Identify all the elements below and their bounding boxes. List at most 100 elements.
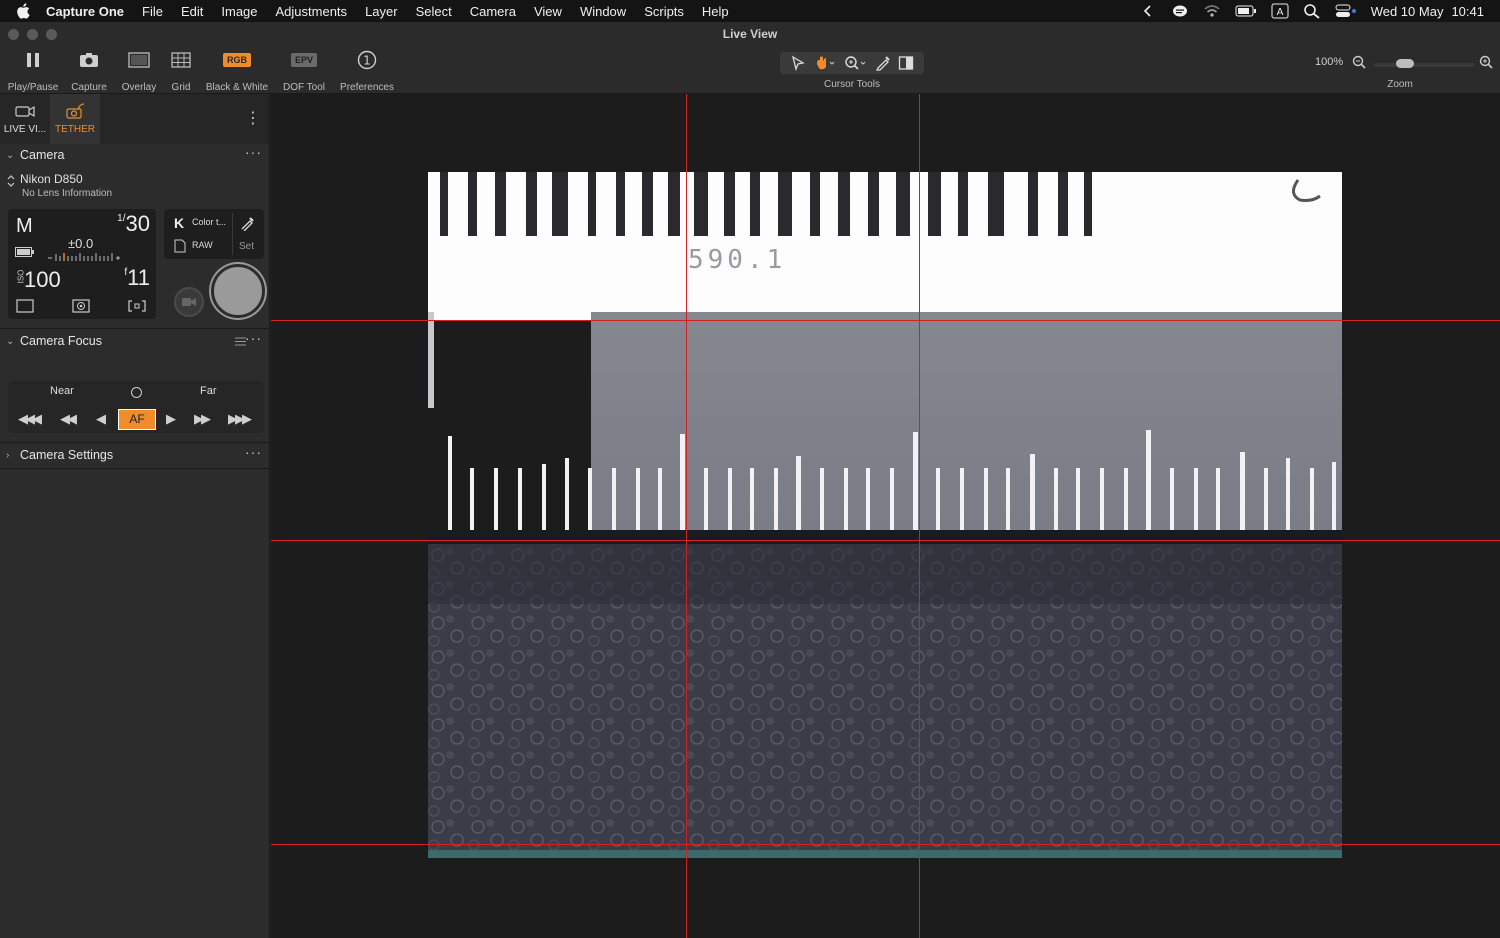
video-camera-icon: [15, 105, 35, 118]
menu-help[interactable]: Help: [702, 4, 729, 19]
set-white-balance-button[interactable]: Set: [239, 241, 254, 252]
updown-chevron-icon[interactable]: [6, 174, 16, 188]
zoom-tool-icon[interactable]: [843, 55, 867, 71]
play-pause-button[interactable]: Play/Pause: [8, 48, 58, 93]
focus-near-medium-button[interactable]: ◀◀: [60, 411, 77, 427]
menubar-clock[interactable]: Wed 10 May 10:41: [1371, 4, 1484, 19]
grid-guide-horizontal: [271, 540, 1500, 541]
metering-icon[interactable]: [72, 299, 90, 313]
zoom-in-icon[interactable]: [1479, 55, 1493, 69]
shutter-release-button[interactable]: [211, 264, 265, 318]
menu-select[interactable]: Select: [416, 4, 452, 19]
app-window: Live View Play/Pause Capture Overlay Gri…: [0, 22, 1500, 938]
black-white-label: Black & White: [205, 82, 269, 93]
input-source-icon[interactable]: A: [1271, 3, 1289, 19]
tab-live-view-label: LIVE VI...: [3, 124, 47, 135]
epv-badge-icon: EPV: [290, 53, 317, 67]
menu-scripts[interactable]: Scripts: [644, 4, 684, 19]
dof-tool-label: DOF Tool: [282, 82, 326, 93]
menu-adjustments[interactable]: Adjustments: [276, 4, 348, 19]
zoom-percent: 100%: [1315, 56, 1344, 68]
preferences-button[interactable]: 1 Preferences: [337, 48, 397, 93]
chevron-down-icon: ⌄: [6, 335, 15, 347]
live-view-viewer[interactable]: 590.1: [271, 94, 1500, 938]
tab-tether[interactable]: TETHER: [50, 94, 100, 144]
iso-value[interactable]: 100: [24, 267, 61, 293]
capture-label: Capture: [71, 82, 107, 93]
menu-layer[interactable]: Layer: [365, 4, 398, 19]
tab-live-view[interactable]: LIVE VI...: [0, 94, 50, 144]
menu-edit[interactable]: Edit: [181, 4, 203, 19]
capture-button[interactable]: Capture: [68, 48, 110, 93]
focus-far-small-button[interactable]: ▶: [166, 411, 176, 427]
menu-image[interactable]: Image: [221, 4, 257, 19]
live-view-image[interactable]: 590.1: [428, 172, 1342, 858]
camera-settings-more-icon[interactable]: ···: [245, 444, 262, 460]
exposure-compensation[interactable]: ±0.0: [68, 236, 93, 251]
zoom-out-icon[interactable]: [1352, 55, 1366, 69]
focus-controls: Near Far ◀◀◀ ◀◀ ◀ AF ▶ ▶▶ ▶▶▶: [8, 381, 264, 433]
capture-panel: K Color t... RAW Set: [164, 209, 265, 319]
exposure-mode[interactable]: M: [16, 215, 33, 238]
spotlight-search-icon[interactable]: [1303, 3, 1321, 19]
compare-split-icon[interactable]: [898, 55, 914, 71]
focus-near-small-button[interactable]: ◀: [96, 411, 106, 427]
section-divider: [0, 328, 270, 329]
zoom-slider[interactable]: [1374, 63, 1474, 67]
wifi-icon[interactable]: [1203, 3, 1221, 19]
camera-section-more-icon[interactable]: ···: [245, 144, 262, 160]
picker-pen-icon[interactable]: [875, 55, 891, 71]
zoom-slider-handle[interactable]: [1396, 59, 1414, 68]
single-frame-icon[interactable]: [16, 299, 34, 313]
white-balance-value[interactable]: Color t...: [192, 217, 226, 227]
menu-window[interactable]: Window: [580, 4, 626, 19]
info-circle-icon: 1: [357, 50, 377, 70]
camera-model[interactable]: Nikon D850: [20, 172, 83, 186]
grid-guide-horizontal: [271, 320, 1500, 321]
camera-section-title: Camera: [20, 148, 65, 162]
camera-focus-section-header[interactable]: ⌄ Camera Focus ···: [0, 330, 270, 352]
shutter-speed[interactable]: 1/30: [117, 211, 150, 237]
capture-settings-box: K Color t... RAW Set: [164, 209, 264, 259]
pan-hand-icon[interactable]: [813, 55, 835, 71]
grid-button[interactable]: Grid: [166, 48, 196, 93]
video-record-icon: [182, 298, 196, 306]
panel-more-icon[interactable]: ⋮: [245, 108, 261, 128]
live-image-canvas: 590.1: [428, 172, 1342, 858]
camera-icon: [80, 53, 98, 67]
pause-icon: [27, 53, 39, 67]
chevron-right-icon: ›: [6, 449, 10, 461]
menu-view[interactable]: View: [534, 4, 562, 19]
battery-icon[interactable]: [1235, 3, 1257, 19]
white-balance-letter: K: [174, 215, 185, 231]
focus-near-large-button[interactable]: ◀◀◀: [18, 411, 42, 427]
menu-file[interactable]: File: [142, 4, 163, 19]
app-name-menu[interactable]: Capture One: [46, 4, 124, 19]
camera-section-header[interactable]: ⌄ Camera ···: [0, 144, 270, 166]
menu-camera[interactable]: Camera: [470, 4, 516, 19]
control-center-icon[interactable]: [1335, 3, 1357, 19]
camera-focus-more-icon[interactable]: ···: [245, 330, 262, 346]
title-bar: Live View: [0, 22, 1500, 46]
eyedropper-icon[interactable]: [240, 215, 256, 231]
black-white-button[interactable]: RGB Black & White: [203, 48, 271, 93]
overlay-button[interactable]: Overlay: [118, 48, 160, 93]
af-area-icon[interactable]: [128, 299, 146, 313]
cursor-tools-label: Cursor Tools: [824, 79, 880, 90]
play-pause-label: Play/Pause: [7, 82, 59, 93]
camera-settings-section-header[interactable]: › Camera Settings ···: [0, 444, 270, 466]
aperture-value[interactable]: f11: [124, 265, 150, 291]
file-format-value[interactable]: RAW: [192, 240, 213, 250]
record-video-button[interactable]: [174, 287, 204, 317]
messages-icon[interactable]: [1171, 3, 1189, 19]
chevron-left-icon[interactable]: [1139, 3, 1157, 19]
focus-far-medium-button[interactable]: ▶▶: [194, 411, 211, 427]
dof-tool-button[interactable]: EPV DOF Tool: [281, 48, 327, 93]
select-arrow-icon[interactable]: [790, 55, 806, 71]
focus-far-label: Far: [200, 385, 217, 397]
focus-far-large-button[interactable]: ▶▶▶: [228, 411, 252, 427]
svg-text:A: A: [1276, 7, 1283, 18]
grid-icon: [171, 52, 191, 68]
apple-icon[interactable]: [14, 1, 34, 21]
autofocus-button[interactable]: AF: [118, 409, 156, 430]
